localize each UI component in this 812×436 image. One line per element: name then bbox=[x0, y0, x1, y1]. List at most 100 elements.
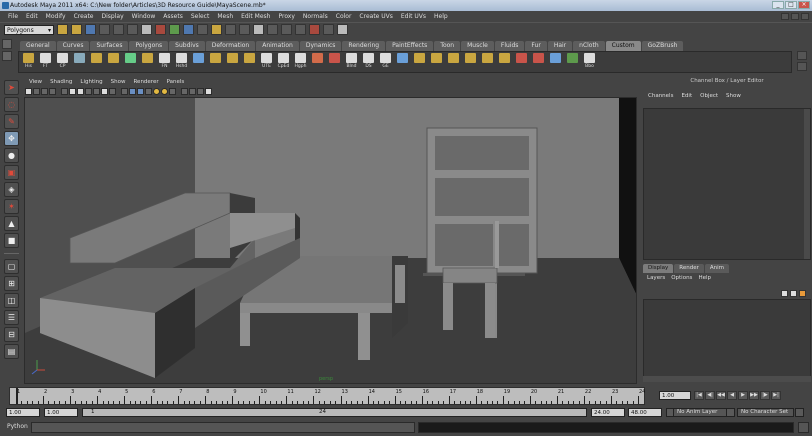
shelf-scroll-down-icon[interactable] bbox=[797, 62, 807, 71]
menu-color[interactable]: Color bbox=[332, 13, 356, 20]
smooth-shade-icon[interactable] bbox=[129, 87, 136, 95]
menu-normals[interactable]: Normals bbox=[299, 13, 332, 20]
shelf-tool-button[interactable] bbox=[123, 52, 138, 72]
select-dynamics-icon[interactable] bbox=[225, 24, 236, 35]
shelf-tab-deformation[interactable]: Deformation bbox=[205, 41, 256, 51]
paint-select-tool-icon[interactable]: ✎ bbox=[4, 114, 19, 129]
select-by-hierarchy-icon[interactable] bbox=[99, 24, 110, 35]
shelf-tool-button[interactable] bbox=[548, 52, 563, 72]
close-button[interactable]: × bbox=[798, 1, 810, 9]
character-set-icon[interactable] bbox=[726, 408, 735, 417]
start-time-field[interactable]: 1.00 bbox=[6, 408, 40, 417]
select-handles-icon[interactable] bbox=[155, 24, 166, 35]
shelf-tool-button[interactable]: DS bbox=[361, 52, 376, 72]
snap-grid-icon[interactable] bbox=[267, 24, 278, 35]
resolution-gate-icon[interactable] bbox=[77, 87, 84, 95]
safe-action-icon[interactable] bbox=[101, 87, 108, 95]
bookmark-icon[interactable] bbox=[41, 87, 48, 95]
shelf-menu-icon[interactable] bbox=[2, 51, 12, 61]
layout-side-by-side-icon[interactable]: ◫ bbox=[4, 293, 19, 308]
xray-joints-icon[interactable] bbox=[197, 87, 204, 95]
panel-menu-show[interactable]: Show bbox=[107, 79, 130, 85]
layer-options-menu[interactable]: Options bbox=[668, 275, 695, 281]
shelf-tab-fluids[interactable]: Fluids bbox=[494, 41, 525, 51]
shelf-tool-button[interactable] bbox=[89, 52, 104, 72]
end-time-field[interactable]: 48.00 bbox=[628, 408, 662, 417]
shelf-tab-subdivs[interactable]: Subdivs bbox=[169, 41, 205, 51]
shelf-tab-gozbrush[interactable]: GoZBrush bbox=[641, 41, 684, 51]
select-rendering-icon[interactable] bbox=[239, 24, 250, 35]
command-language-label[interactable]: Python bbox=[7, 423, 28, 430]
render-settings-icon[interactable] bbox=[337, 24, 348, 35]
menu-edit[interactable]: Edit bbox=[22, 13, 42, 20]
shelf-tool-button[interactable] bbox=[446, 52, 461, 72]
shelf-tool-button[interactable] bbox=[225, 52, 240, 72]
menu-edit-uvs[interactable]: Edit UVs bbox=[397, 13, 430, 20]
new-scene-icon[interactable] bbox=[57, 24, 68, 35]
backface-culling-icon[interactable] bbox=[205, 87, 212, 95]
open-scene-icon[interactable] bbox=[71, 24, 82, 35]
step-back-icon[interactable]: ◀| bbox=[705, 391, 715, 400]
shelf-tool-button[interactable]: GE bbox=[378, 52, 393, 72]
layout-single-icon[interactable]: ▢ bbox=[4, 259, 19, 274]
shelf-tool-button[interactable]: UTE bbox=[259, 52, 274, 72]
render-current-frame-icon[interactable] bbox=[309, 24, 320, 35]
select-camera-icon[interactable] bbox=[25, 87, 32, 95]
auto-keyframe-toggle-icon[interactable] bbox=[795, 408, 804, 417]
safe-title-icon[interactable] bbox=[109, 87, 116, 95]
shelf-tool-button[interactable] bbox=[191, 52, 206, 72]
layers-menu[interactable]: Layers bbox=[644, 275, 668, 281]
select-joints-icon[interactable] bbox=[169, 24, 180, 35]
shelf-tab-toon[interactable]: Toon bbox=[434, 41, 461, 51]
shelf-scroll-up-icon[interactable] bbox=[797, 51, 807, 60]
shelf-tool-button[interactable]: His bbox=[21, 52, 36, 72]
shelf-tool-button[interactable] bbox=[395, 52, 410, 72]
shelf-tool-button[interactable] bbox=[412, 52, 427, 72]
playback-end-field[interactable]: 24.00 bbox=[591, 408, 625, 417]
shelf-tool-button[interactable] bbox=[514, 52, 529, 72]
scale-tool-icon[interactable]: ▣ bbox=[4, 165, 19, 180]
restore-layout-icon[interactable] bbox=[781, 13, 789, 20]
play-forwards-icon[interactable]: ▶ bbox=[738, 391, 748, 400]
shelf-tool-button[interactable]: Hshd bbox=[174, 52, 189, 72]
panel-menu-shading[interactable]: Shading bbox=[46, 79, 76, 85]
shelf-tool-button[interactable] bbox=[208, 52, 223, 72]
use-default-light-icon[interactable] bbox=[153, 87, 160, 95]
select-misc-icon[interactable] bbox=[253, 24, 264, 35]
lasso-tool-icon[interactable]: ◌ bbox=[4, 97, 19, 112]
shelf-tab-rendering[interactable]: Rendering bbox=[342, 41, 386, 51]
playback-start-field[interactable]: 1.00 bbox=[44, 408, 78, 417]
menu-window[interactable]: Window bbox=[128, 13, 160, 20]
shelf-tool-button[interactable] bbox=[327, 52, 342, 72]
wireframe-on-shaded-icon[interactable] bbox=[137, 87, 144, 95]
channel-list[interactable] bbox=[643, 108, 811, 260]
manipulator-tool-icon[interactable]: ◈ bbox=[4, 182, 19, 197]
shelf-tool-button[interactable] bbox=[429, 52, 444, 72]
step-forward-icon[interactable]: |▶ bbox=[760, 391, 770, 400]
image-plane-icon[interactable] bbox=[49, 87, 56, 95]
film-gate-icon[interactable] bbox=[69, 87, 76, 95]
step-back-key-icon[interactable]: ◀◀ bbox=[716, 391, 726, 400]
shelf-tool-button[interactable]: FN bbox=[157, 52, 172, 72]
menu-mesh[interactable]: Mesh bbox=[213, 13, 237, 20]
field-chart-icon[interactable] bbox=[93, 87, 100, 95]
maximize-button[interactable]: □ bbox=[785, 1, 797, 9]
current-time-field[interactable]: 1.00 bbox=[659, 391, 691, 400]
menu-modify[interactable]: Modify bbox=[42, 13, 70, 20]
select-tool-icon[interactable]: ➤ bbox=[4, 80, 19, 95]
wireframe-icon[interactable] bbox=[121, 87, 128, 95]
menu-create-uvs[interactable]: Create UVs bbox=[355, 13, 396, 20]
shelf-tool-button[interactable]: CpEd bbox=[276, 52, 291, 72]
last-tool-icon[interactable]: ■ bbox=[4, 233, 19, 248]
shadows-icon[interactable] bbox=[169, 87, 176, 95]
range-bar[interactable]: 1 24 bbox=[82, 408, 587, 417]
shelf-tool-button[interactable]: Hgph bbox=[293, 52, 308, 72]
shelf-tool-button[interactable] bbox=[497, 52, 512, 72]
shelf-tab-dynamics[interactable]: Dynamics bbox=[299, 41, 342, 51]
shelf-tool-button[interactable] bbox=[242, 52, 257, 72]
use-all-lights-icon[interactable] bbox=[161, 87, 168, 95]
layout-graph-icon[interactable]: ⊟ bbox=[4, 327, 19, 342]
shelf-tool-button[interactable]: CP bbox=[55, 52, 70, 72]
shelf-tool-button[interactable] bbox=[531, 52, 546, 72]
isolate-select-icon[interactable] bbox=[181, 87, 188, 95]
